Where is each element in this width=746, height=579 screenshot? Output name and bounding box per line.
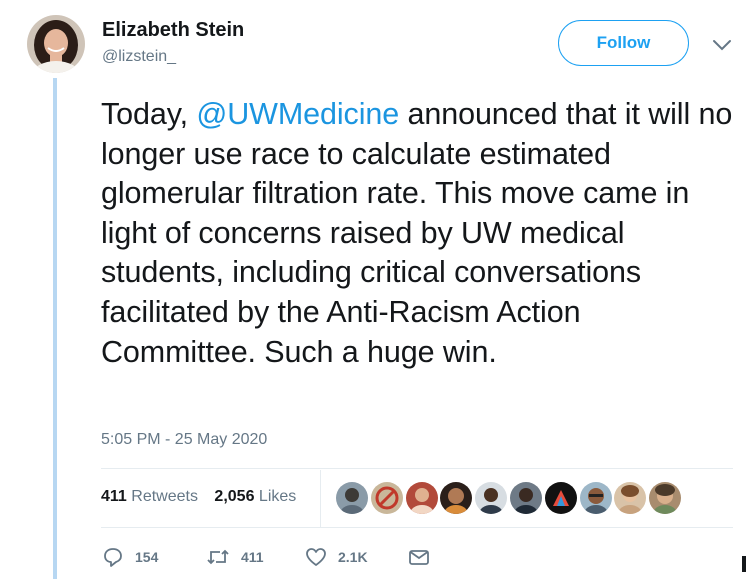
avatar[interactable] <box>27 15 85 73</box>
author-handle[interactable]: @lizstein_ <box>102 48 176 66</box>
chevron-down-icon[interactable] <box>711 37 733 53</box>
likes-label: Likes <box>258 488 297 505</box>
liker-avatar[interactable] <box>649 482 682 514</box>
liker-avatar[interactable] <box>475 482 508 514</box>
liker-avatar[interactable] <box>544 482 577 514</box>
liker-avatar[interactable] <box>614 482 647 514</box>
liker-avatar[interactable] <box>370 482 403 514</box>
follow-button[interactable]: Follow <box>558 20 689 66</box>
tweet-text: Today, @UWMedicine announced that it wil… <box>101 95 741 372</box>
divider-bottom <box>101 527 733 528</box>
thread-line <box>53 78 57 579</box>
tweet-text-after: announced that it will no longer use rac… <box>101 97 733 369</box>
likes-stat[interactable]: 2,056 Likes <box>214 488 296 505</box>
liker-avatar[interactable] <box>336 482 368 514</box>
retweets-count: 411 <box>101 488 127 505</box>
message-button[interactable] <box>407 544 441 570</box>
divider-top <box>101 468 733 469</box>
reply-icon <box>104 548 122 567</box>
tweet-stats: 411 Retweets 2,056 Likes <box>101 488 308 506</box>
stats-separator <box>320 470 321 528</box>
retweets-stat[interactable]: 411 Retweets <box>101 488 198 505</box>
reply-count: 154 <box>135 549 159 565</box>
tweet-text-before: Today, <box>101 97 197 131</box>
liker-avatar[interactable] <box>579 482 612 514</box>
likes-count: 2,056 <box>214 488 255 505</box>
liker-avatar[interactable] <box>440 482 473 514</box>
heart-icon <box>306 548 326 566</box>
author-display-name[interactable]: Elizabeth Stein <box>102 19 244 42</box>
like-button[interactable]: 2.1K <box>304 544 368 570</box>
tweet-page: Elizabeth Stein @lizstein_ Follow Today,… <box>0 0 746 579</box>
liker-avatars <box>336 482 684 514</box>
tweet-timestamp[interactable]: 5:05 PM - 25 May 2020 <box>101 431 267 449</box>
liker-avatar[interactable] <box>509 482 542 514</box>
liker-avatar[interactable] <box>405 482 438 514</box>
retweet-count: 411 <box>241 549 264 565</box>
retweets-label: Retweets <box>131 488 198 505</box>
scrollbar-edge[interactable] <box>742 556 746 572</box>
retweet-icon <box>207 549 229 565</box>
reply-button[interactable]: 154 <box>101 544 158 570</box>
retweet-button[interactable]: 411 <box>205 544 264 570</box>
like-count: 2.1K <box>338 549 368 565</box>
envelope-icon <box>409 550 429 565</box>
mention-link[interactable]: @UWMedicine <box>196 97 399 131</box>
